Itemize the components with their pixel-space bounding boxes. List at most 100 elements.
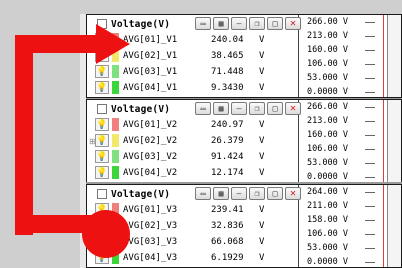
channel-unit: V <box>259 136 265 146</box>
bulb-icon[interactable]: 💡 <box>95 203 109 216</box>
channel-unit: V <box>259 221 265 231</box>
maximize-icon[interactable]: □ <box>267 187 283 200</box>
grid-view-icon[interactable]: ▦ <box>213 17 229 30</box>
graph-edge-line <box>383 185 384 267</box>
panel-title: Voltage(V) <box>111 188 171 200</box>
tick-label: 106.00 V <box>307 59 375 69</box>
channel-name: AVG[04]_V2 <box>123 168 178 178</box>
list-item[interactable]: 💡 AVG[02]_V2 26.379 V <box>87 133 299 149</box>
color-swatch <box>112 150 119 163</box>
minimize-icon[interactable]: – <box>231 187 247 200</box>
graph-edge-line <box>383 100 384 182</box>
tick-label: 160.00 V <box>307 130 375 140</box>
chart-view-icon[interactable]: ▭ <box>195 102 211 115</box>
channel-unit: V <box>259 205 265 215</box>
channel-unit: V <box>259 67 265 77</box>
voltage-panel-3: Voltage(V) ▭ ▦ – ❐ □ ✕ 💡 AVG[01]_V3 239.… <box>86 184 402 268</box>
list-item[interactable]: 💡 AVG[01]_V1 240.04 V <box>87 32 299 48</box>
channel-name: AVG[03]_V3 <box>123 237 178 247</box>
list-item[interactable]: 💡 AVG[01]_V3 239.41 V <box>87 202 299 218</box>
grid-view-icon[interactable]: ▦ <box>213 102 229 115</box>
color-swatch <box>112 166 119 179</box>
tick-label: 266.00 V <box>307 17 375 27</box>
channel-name: AVG[02]_V3 <box>123 221 178 231</box>
channel-unit: V <box>259 51 265 61</box>
panel-toolbar: ▭ ▦ – ❐ □ ✕ <box>195 187 301 200</box>
list-item[interactable]: 💡 AVG[03]_V3 66.068 V <box>87 234 299 250</box>
list-item[interactable]: 💡 AVG[04]_V1 9.3430 V <box>87 80 299 96</box>
graph-edge-line <box>383 15 384 97</box>
bulb-icon[interactable]: 💡 <box>95 219 109 232</box>
minimize-icon[interactable]: – <box>231 17 247 30</box>
color-swatch <box>112 65 119 78</box>
tick-label: 211.00 V <box>307 201 375 211</box>
restore-icon[interactable]: ❐ <box>249 17 265 30</box>
bulb-icon[interactable]: 💡 <box>95 150 109 163</box>
bulb-icon[interactable]: 💡 <box>95 134 109 147</box>
bulb-icon[interactable]: 💡 <box>95 235 109 248</box>
channel-unit: V <box>259 168 265 178</box>
tick-label: 0.0000 V <box>307 257 375 267</box>
top-background <box>80 0 402 14</box>
color-swatch <box>112 203 119 216</box>
graph-area[interactable] <box>387 185 401 267</box>
bulb-icon[interactable]: 💡 <box>95 33 109 46</box>
chart-view-icon[interactable]: ▭ <box>195 17 211 30</box>
list-item[interactable]: 💡 AVG[03]_V2 91.424 V <box>87 149 299 165</box>
panel-title: Voltage(V) <box>111 18 171 30</box>
bulb-icon[interactable]: 💡 <box>95 166 109 179</box>
chart-view-icon[interactable]: ▭ <box>195 187 211 200</box>
channel-name: AVG[03]_V1 <box>123 67 178 77</box>
color-swatch <box>112 81 119 94</box>
color-swatch <box>112 33 119 46</box>
graph-area[interactable] <box>387 15 401 97</box>
channel-name: AVG[04]_V3 <box>123 253 178 263</box>
restore-icon[interactable]: ❐ <box>249 187 265 200</box>
tick-label: 213.00 V <box>307 31 375 41</box>
color-swatch <box>112 118 119 131</box>
tick-label: 0.0000 V <box>307 87 375 97</box>
tick-label: 264.00 V <box>307 187 375 197</box>
bulb-icon[interactable]: 💡 <box>95 118 109 131</box>
minimize-icon[interactable]: – <box>231 102 247 115</box>
bulb-icon[interactable]: 💡 <box>95 251 109 264</box>
panel-checkbox[interactable] <box>97 19 107 29</box>
channel-unit: V <box>259 152 265 162</box>
maximize-icon[interactable]: □ <box>267 102 283 115</box>
y-axis-scale: 266.00 V 213.00 V 160.00 V 106.00 V 53.0… <box>299 15 389 97</box>
list-item[interactable]: 💡 AVG[04]_V2 12.174 V <box>87 165 299 181</box>
list-item[interactable]: 💡 AVG[04]_V3 6.1929 V <box>87 250 299 266</box>
graph-area[interactable] <box>387 100 401 182</box>
panel-checkbox[interactable] <box>97 104 107 114</box>
restore-icon[interactable]: ❐ <box>249 102 265 115</box>
channel-unit: V <box>259 120 265 130</box>
left-background <box>0 0 80 268</box>
tick-label: 106.00 V <box>307 229 375 239</box>
grid-view-icon[interactable]: ▦ <box>213 187 229 200</box>
drag-handle-icon[interactable]: ⊞ <box>89 137 96 146</box>
bulb-icon[interactable]: 💡 <box>95 65 109 78</box>
list-item[interactable]: 💡 AVG[01]_V2 240.97 V <box>87 117 299 133</box>
panel-title: Voltage(V) <box>111 103 171 115</box>
channel-name: AVG[03]_V2 <box>123 152 178 162</box>
y-axis-scale: 266.00 V 213.00 V 160.00 V 106.00 V 53.0… <box>299 100 389 182</box>
bulb-icon[interactable]: 💡 <box>95 49 109 62</box>
list-item[interactable]: 💡 AVG[03]_V1 71.448 V <box>87 64 299 80</box>
channel-unit: V <box>259 253 265 263</box>
tick-label: 213.00 V <box>307 116 375 126</box>
list-item[interactable]: 💡 AVG[02]_V3 32.836 V <box>87 218 299 234</box>
channel-name: AVG[01]_V2 <box>123 120 178 130</box>
tick-label: 158.00 V <box>307 215 375 225</box>
bulb-icon[interactable]: 💡 <box>95 81 109 94</box>
color-swatch <box>112 219 119 232</box>
tick-label: 266.00 V <box>307 102 375 112</box>
channel-name: AVG[02]_V2 <box>123 136 178 146</box>
panel-toolbar: ▭ ▦ – ❐ □ ✕ <box>195 102 301 115</box>
panel-checkbox[interactable] <box>97 189 107 199</box>
channel-unit: V <box>259 83 265 93</box>
channel-name: AVG[04]_V1 <box>123 83 178 93</box>
tick-label: 160.00 V <box>307 45 375 55</box>
list-item[interactable]: 💡 AVG[02]_V1 38.465 V <box>87 48 299 64</box>
channel-name: AVG[01]_V3 <box>123 205 178 215</box>
maximize-icon[interactable]: □ <box>267 17 283 30</box>
